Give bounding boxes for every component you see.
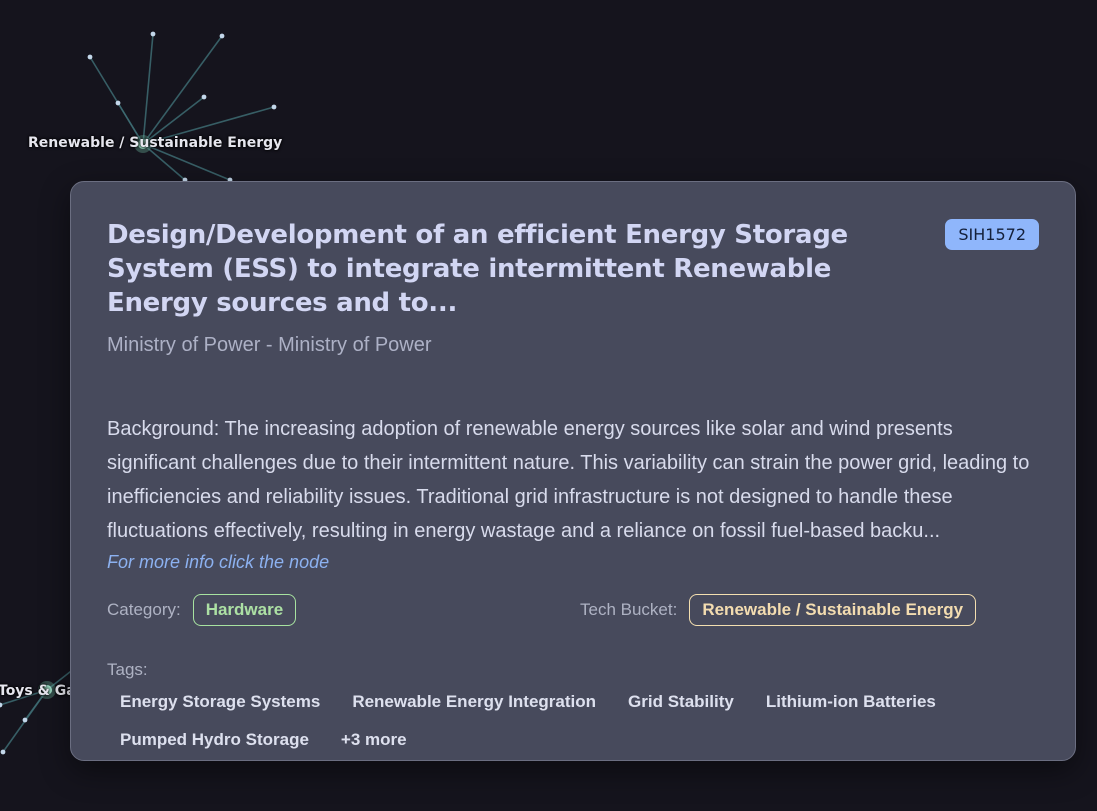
- graph-leaf-node[interactable]: [150, 31, 156, 37]
- card-header: Design/Development of an efficient Energ…: [107, 218, 1039, 320]
- graph-leaf-node[interactable]: [22, 717, 28, 723]
- more-info-link[interactable]: For more info click the node: [107, 552, 329, 573]
- graph-leaf-node[interactable]: [115, 100, 121, 106]
- tags-more[interactable]: +3 more: [328, 726, 420, 754]
- graph-node-label-renewable[interactable]: Renewable / Sustainable Energy: [28, 135, 282, 151]
- tag-item: Energy Storage Systems: [120, 692, 321, 711]
- graph-leaf-node[interactable]: [271, 104, 277, 110]
- tech-bucket-label: Tech Bucket:: [580, 600, 678, 619]
- graph-leaf-node[interactable]: [0, 749, 6, 755]
- tags-label: Tags:: [107, 660, 148, 679]
- tag-item: Grid Stability: [628, 692, 734, 711]
- graph-edge: [142, 35, 223, 145]
- category-pill: Hardware: [192, 594, 297, 626]
- problem-tooltip-card: Design/Development of an efficient Energ…: [70, 181, 1076, 761]
- tech-bucket-pill: Renewable / Sustainable Energy: [689, 594, 977, 626]
- meta-row: Category: Hardware Tech Bucket: Renewabl…: [107, 594, 1039, 626]
- tech-bucket-field: Tech Bucket: Renewable / Sustainable Ene…: [580, 594, 977, 626]
- problem-description: Background: The increasing adoption of r…: [107, 418, 1030, 542]
- tags-list: Energy Storage Systems Renewable Energy …: [107, 688, 1007, 764]
- graph-leaf-node[interactable]: [201, 94, 207, 100]
- graph-leaf-node[interactable]: [0, 702, 3, 708]
- tag-item: Pumped Hydro Storage: [120, 730, 309, 749]
- graph-leaf-node[interactable]: [87, 54, 93, 60]
- graph-edge: [142, 33, 154, 145]
- tag-item: Renewable Energy Integration: [352, 692, 597, 711]
- category-label: Category:: [107, 600, 181, 619]
- tag-item: Lithium-ion Batteries: [765, 692, 936, 711]
- graph-leaf-node[interactable]: [219, 33, 225, 39]
- problem-id-badge: SIH1572: [945, 219, 1039, 250]
- category-field: Category: Hardware: [107, 594, 297, 626]
- ministry-name: Ministry of Power - Ministry of Power: [107, 334, 432, 356]
- problem-title: Design/Development of an efficient Energ…: [107, 220, 848, 318]
